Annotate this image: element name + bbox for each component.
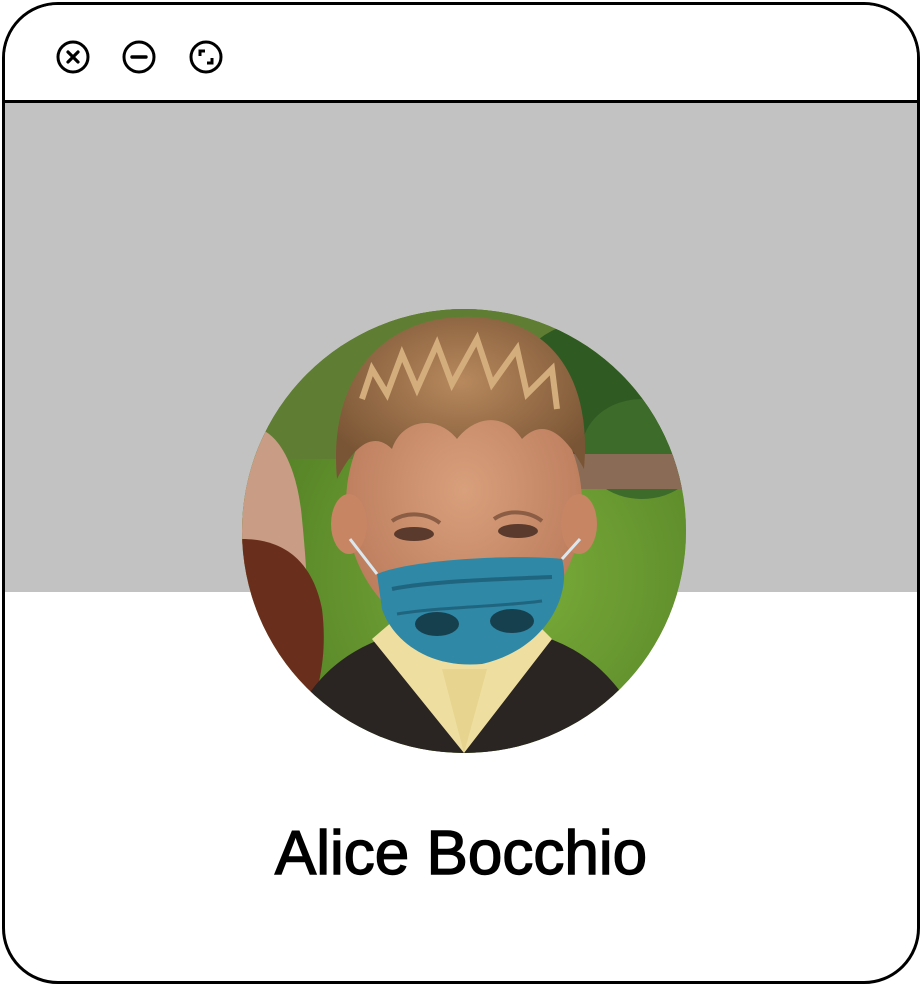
maximize-button[interactable] xyxy=(189,40,223,74)
profile-avatar[interactable] xyxy=(242,309,686,753)
title-bar xyxy=(5,5,917,103)
minimize-circle-icon xyxy=(122,40,156,74)
minimize-button[interactable] xyxy=(122,40,156,74)
close-button[interactable] xyxy=(56,40,90,74)
profile-name: Alice Bocchio xyxy=(274,819,648,888)
close-circle-icon xyxy=(56,40,90,74)
maximize-circle-icon xyxy=(189,40,223,74)
profile-photo xyxy=(242,309,686,753)
profile-window: Alice Bocchio xyxy=(2,2,920,984)
